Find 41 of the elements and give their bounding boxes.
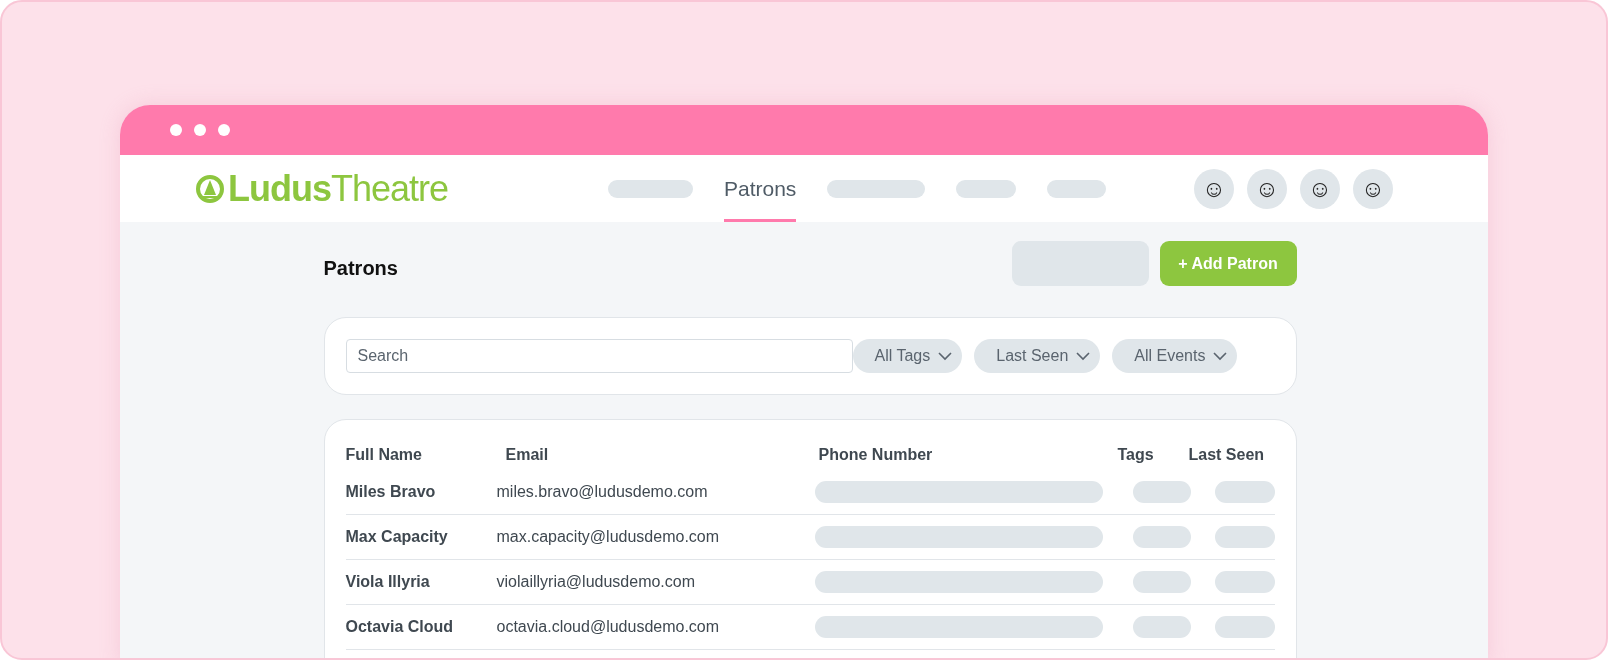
window-dot <box>218 124 230 136</box>
avatar-button[interactable]: ☺ <box>1300 168 1340 209</box>
page-title: Patrons <box>323 257 398 280</box>
cell-placeholder <box>1214 526 1275 548</box>
cell-placeholder <box>1132 616 1191 638</box>
table-cell-text: Miles Bravo <box>345 483 437 501</box>
cell-placeholder <box>1132 481 1191 503</box>
sail-logo-icon <box>196 174 224 203</box>
column-header: Phone Number <box>817 446 933 464</box>
chevron-down-icon <box>938 351 953 361</box>
table-cell-text: violaillyria@ludusdemo.com <box>496 573 697 591</box>
table-cell-text: Octavia Cloud <box>345 618 455 636</box>
search-field[interactable]: Search <box>345 339 853 373</box>
filter-dropdown[interactable]: All Events <box>1112 339 1238 373</box>
cell-placeholder <box>1132 526 1191 548</box>
table-cell-text: Viola Illyria <box>345 573 431 591</box>
filter-dropdown[interactable]: All Tags <box>852 339 963 373</box>
cell-placeholder <box>1132 571 1191 593</box>
column-header: Last Seen <box>1188 446 1265 464</box>
nav-placeholder <box>956 179 1017 198</box>
window-dot <box>170 124 182 136</box>
table-cell-text: miles.bravo@ludusdemo.com <box>496 483 709 501</box>
logo-text: LudusTheatre <box>228 167 449 210</box>
column-header: Tags <box>1117 446 1154 464</box>
cell-placeholder <box>1214 481 1275 503</box>
column-header: Full Name <box>345 446 422 464</box>
chevron-down-icon <box>1213 351 1228 361</box>
table-cell-text: max.capacity@ludusdemo.com <box>496 528 721 546</box>
table-cell-text: Max Capacity <box>345 528 449 546</box>
avatar-button[interactable]: ☺ <box>1194 168 1234 209</box>
chevron-down-icon <box>1076 351 1091 361</box>
column-header: Email <box>504 446 549 464</box>
nav-tab[interactable]: Patrons <box>724 155 797 222</box>
cell-placeholder <box>1214 616 1275 638</box>
window-dot <box>194 124 206 136</box>
cell-placeholder <box>1214 571 1275 593</box>
nav-placeholder <box>1047 179 1107 198</box>
avatar-button[interactable]: ☺ <box>1353 168 1393 209</box>
table-cell-text: octavia.cloud@ludusdemo.com <box>496 618 721 636</box>
filter-dropdown[interactable]: Last Seen <box>974 339 1101 373</box>
avatar-button[interactable]: ☺ <box>1247 168 1287 209</box>
